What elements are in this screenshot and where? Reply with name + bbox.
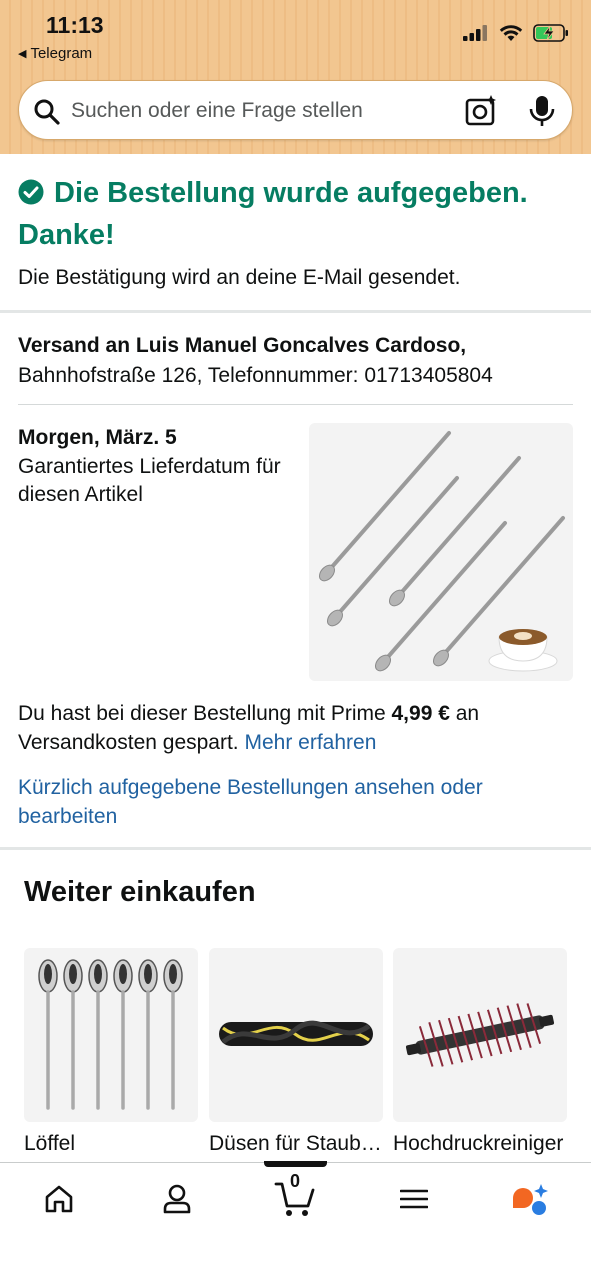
delivery-date: Morgen, März. 5 — [18, 426, 177, 449]
cart-count-badge: 0 — [289, 1171, 300, 1191]
section-divider — [0, 847, 591, 850]
confirmation-title-text: Die Bestellung wurde aufgegeben. Danke! — [18, 177, 528, 251]
back-triangle-icon: ◀ — [18, 48, 27, 60]
nav-assistant[interactable] — [500, 1179, 560, 1219]
nav-menu[interactable] — [384, 1179, 444, 1219]
nav-account[interactable] — [147, 1179, 207, 1219]
product-image[interactable] — [24, 948, 198, 1122]
account-icon — [163, 1184, 191, 1214]
check-circle-icon — [18, 179, 44, 205]
ordered-product-image[interactable] — [309, 423, 573, 681]
section-divider — [0, 310, 591, 313]
battery-icon — [533, 24, 568, 42]
product-card-label[interactable]: Düsen für Staubsauger — [209, 1132, 383, 1156]
product-image[interactable] — [209, 948, 383, 1122]
signal-icon — [463, 25, 487, 41]
delivery-info: Morgen, März. 5 Garantiertes Lieferdatum… — [18, 424, 298, 510]
prime-text-before: Du hast bei dieser Bestellung mit Prime — [18, 702, 392, 725]
status-bar: 11:13 ◀ Telegram — [0, 0, 591, 70]
shipping-recipient: Versand an Luis Manuel Goncalves Cardoso… — [18, 334, 467, 357]
order-confirmation: Die Bestellung wurde aufgegeben. Danke! — [18, 172, 578, 256]
product-card-spoons[interactable]: Löffel — [24, 948, 198, 1156]
active-tab-indicator — [264, 1161, 327, 1167]
nav-home[interactable] — [29, 1179, 89, 1219]
spoons-illustration — [319, 431, 565, 672]
product-card-nozzle[interactable]: Düsen für Staubsauger — [209, 948, 383, 1156]
microphone-icon[interactable] — [528, 94, 556, 128]
product-card-label[interactable]: Hochdruckreiniger — [393, 1132, 567, 1156]
brush-roll-illustration — [219, 1020, 373, 1046]
product-card-pressure-washer[interactable]: Hochdruckreiniger — [393, 948, 567, 1156]
delivery-note: Garantiertes Lieferdatum für diesen Arti… — [18, 454, 281, 507]
assistant-icon — [513, 1184, 548, 1215]
bottom-navigation: 0 — [0, 1161, 591, 1280]
prime-savings-amount: 4,99 € — [391, 702, 450, 725]
spoons-set-illustration — [38, 959, 183, 1110]
status-icons — [463, 24, 569, 42]
header: 11:13 ◀ Telegram — [0, 0, 591, 154]
home-icon — [45, 1185, 73, 1213]
wifi-icon — [499, 25, 523, 41]
product-card-label[interactable]: Löffel — [24, 1132, 198, 1156]
search-bar[interactable] — [18, 80, 573, 140]
back-app-label: Telegram — [30, 45, 93, 62]
menu-icon — [400, 1189, 428, 1209]
continue-shopping-title: Weiter einkaufen — [24, 876, 256, 908]
back-to-app-link[interactable]: ◀ Telegram — [18, 45, 92, 62]
clock: 11:13 — [46, 12, 104, 38]
divider — [18, 404, 573, 405]
search-input[interactable] — [71, 95, 441, 127]
shipping-address-line: Bahnhofstraße 126, Telefonnummer: 017134… — [18, 364, 493, 387]
confirmation-subtitle: Die Bestätigung wird an deine E-Mail ges… — [18, 266, 461, 289]
recent-orders-link[interactable]: Kürzlich aufgegebene Bestellungen ansehe… — [18, 774, 578, 831]
nav-cart[interactable]: 0 — [265, 1171, 325, 1223]
brush-illustration — [405, 1003, 555, 1067]
search-icon[interactable] — [33, 98, 61, 126]
camera-lens-icon[interactable] — [464, 94, 498, 128]
prime-savings-text: Du hast bei dieser Bestellung mit Prime … — [18, 700, 578, 757]
shipping-address: Versand an Luis Manuel Goncalves Cardoso… — [18, 331, 578, 391]
confirmation-title: Die Bestellung wurde aufgegeben. Danke! — [18, 172, 578, 256]
product-image[interactable] — [393, 948, 567, 1122]
learn-more-link[interactable]: Mehr erfahren — [245, 731, 377, 754]
